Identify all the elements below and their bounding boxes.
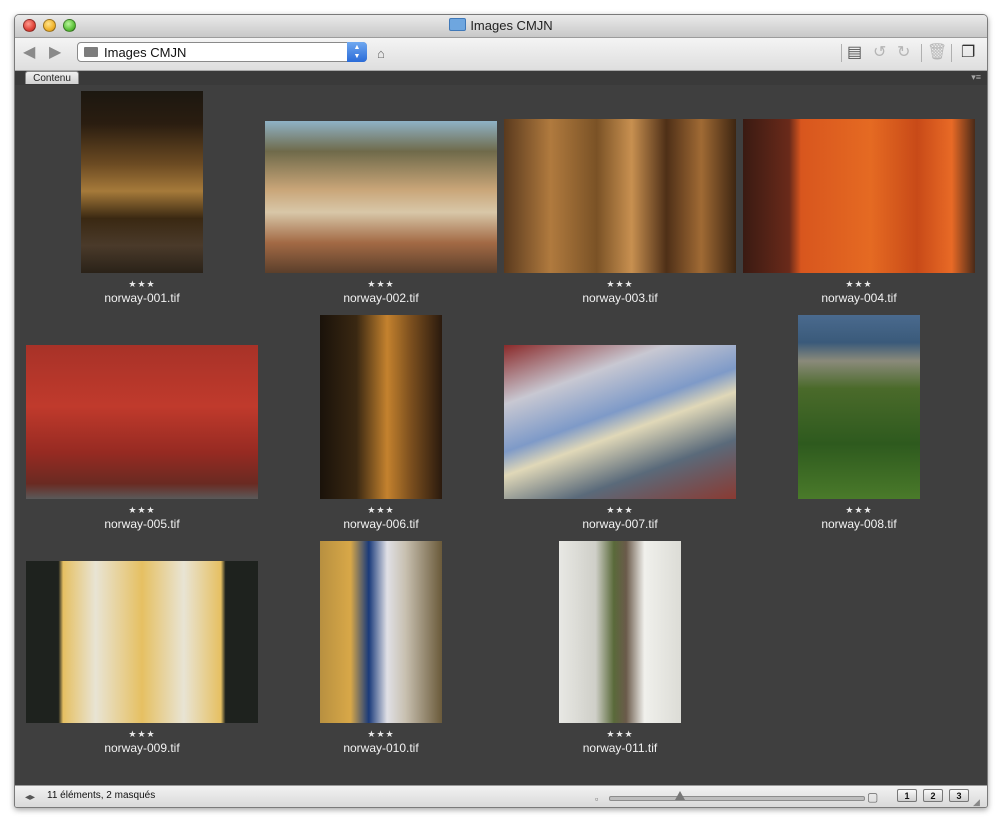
- thumbnail-image[interactable]: [559, 541, 681, 723]
- thumbnail-filename[interactable]: norway-001.tif: [26, 291, 258, 305]
- back-arrow-icon[interactable]: ◀: [23, 45, 35, 61]
- thumbnail-image[interactable]: [81, 91, 203, 273]
- toolbar-divider: [951, 44, 952, 62]
- folder-icon: [449, 18, 467, 31]
- small-thumbnail-icon[interactable]: ▫: [595, 791, 598, 807]
- thumbnail-filename[interactable]: norway-009.tif: [26, 741, 258, 755]
- resize-grip-icon[interactable]: ◢: [973, 794, 980, 807]
- thumbnail-filename[interactable]: norway-003.tif: [504, 291, 736, 305]
- rating-stars[interactable]: ★★★: [504, 279, 736, 290]
- trash-icon[interactable]: 🗑: [927, 45, 947, 61]
- rating-stars[interactable]: ★★★: [265, 505, 497, 516]
- rotate-right-icon[interactable]: ↻: [897, 45, 910, 61]
- content-grid: ★★★ norway-001.tif ★★★ norway-002.tif ★★…: [15, 85, 987, 785]
- rating-stars[interactable]: ★★★: [265, 729, 497, 740]
- thumbnail-filename[interactable]: norway-011.tif: [504, 741, 736, 755]
- thumbnail-filename[interactable]: norway-007.tif: [504, 517, 736, 531]
- view-button-3[interactable]: 3: [949, 789, 969, 802]
- view-button-1[interactable]: 1: [897, 789, 917, 802]
- thumbnail-image[interactable]: [26, 561, 258, 723]
- folder-icon: [84, 47, 98, 57]
- thumbnail-image[interactable]: [504, 119, 736, 273]
- app-window: Images CMJN ◀ ▶ Images CMJN ▲ ▼ ⌂ ▤ ↺ ↻ 🗑…: [14, 14, 988, 808]
- large-thumbnail-icon[interactable]: ▢: [867, 789, 878, 805]
- title-bar[interactable]: Images CMJN: [15, 15, 987, 38]
- toolbar-divider: [841, 44, 842, 62]
- popup-arrows-icon[interactable]: ▲ ▼: [347, 42, 367, 62]
- rating-stars[interactable]: ★★★: [743, 505, 975, 516]
- toolbar: ◀ ▶ Images CMJN ▲ ▼ ⌂ ▤ ↺ ↻ 🗑 ❐: [15, 38, 987, 71]
- thumbnail-filename[interactable]: norway-010.tif: [265, 741, 497, 755]
- thumbnail-image[interactable]: [504, 345, 736, 499]
- thumbnail-image[interactable]: [743, 119, 975, 273]
- new-folder-icon[interactable]: ▤: [847, 45, 862, 61]
- rating-stars[interactable]: ★★★: [26, 729, 258, 740]
- path-label: Images CMJN: [104, 45, 187, 60]
- rating-stars[interactable]: ★★★: [26, 279, 258, 290]
- rating-stars[interactable]: ★★★: [504, 729, 736, 740]
- view-button-2[interactable]: 2: [923, 789, 943, 802]
- parent-folder-icon[interactable]: ⌂: [377, 46, 385, 62]
- status-bar: ◂▸ 11 éléments, 2 masqués ▫ ▢ 1 2 3 ◢: [15, 785, 987, 807]
- rating-stars[interactable]: ★★★: [504, 505, 736, 516]
- rating-stars[interactable]: ★★★: [743, 279, 975, 290]
- thumbnail-filename[interactable]: norway-002.tif: [265, 291, 497, 305]
- rating-stars[interactable]: ★★★: [265, 279, 497, 290]
- thumbnail-filename[interactable]: norway-008.tif: [743, 517, 975, 531]
- panel-toggle-icon[interactable]: ◂▸: [25, 790, 35, 806]
- thumbnail-image[interactable]: [798, 315, 920, 499]
- thumbnail-size-slider[interactable]: [609, 796, 865, 801]
- thumbnail-image[interactable]: [320, 315, 442, 499]
- thumbnail-filename[interactable]: norway-005.tif: [26, 517, 258, 531]
- thumbnail-filename[interactable]: norway-004.tif: [743, 291, 975, 305]
- toolbar-divider: [921, 44, 922, 62]
- path-popup[interactable]: Images CMJN ▲ ▼: [77, 42, 367, 62]
- thumbnail-image[interactable]: [26, 345, 258, 499]
- thumbnail-image[interactable]: [265, 121, 497, 273]
- status-text: 11 éléments, 2 masqués: [47, 790, 156, 801]
- slider-knob[interactable]: [675, 791, 685, 800]
- panel-menu-icon[interactable]: ▾≡: [971, 72, 981, 83]
- rating-stars[interactable]: ★★★: [26, 505, 258, 516]
- window-title: Images CMJN: [15, 18, 987, 33]
- thumbnail-filename[interactable]: norway-006.tif: [265, 517, 497, 531]
- rotate-left-icon[interactable]: ↺: [873, 45, 886, 61]
- forward-arrow-icon[interactable]: ▶: [49, 45, 61, 61]
- thumbnail-image[interactable]: [320, 541, 442, 723]
- compact-mode-icon[interactable]: ❐: [961, 45, 975, 61]
- panel-tab-bar: Contenu ▾≡: [15, 71, 987, 85]
- tab-contenu[interactable]: Contenu: [25, 71, 79, 84]
